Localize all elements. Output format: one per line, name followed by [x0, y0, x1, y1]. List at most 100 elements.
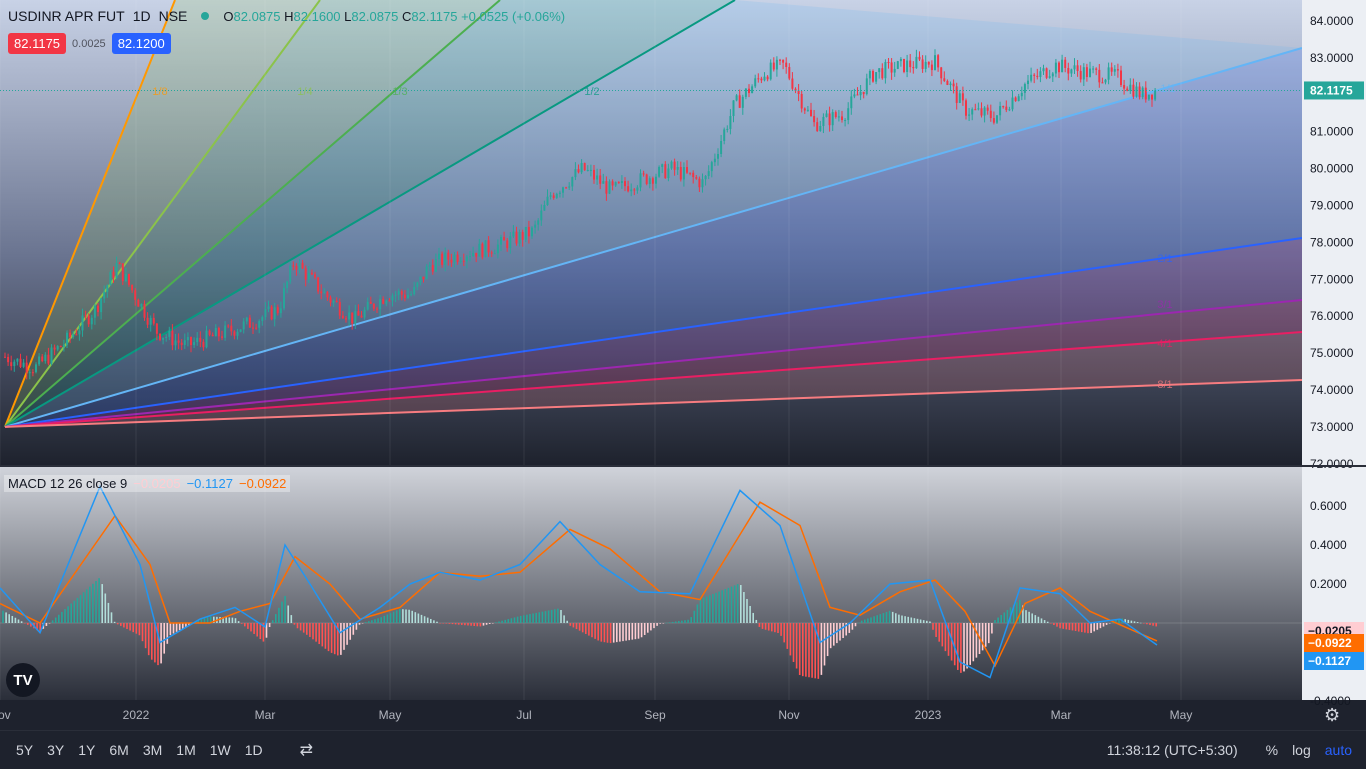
histogram-bar — [529, 614, 531, 623]
time-tick-label: Mar — [1051, 708, 1072, 722]
histogram-bar — [690, 617, 692, 623]
histogram-bar — [76, 597, 79, 623]
histogram-bar — [281, 601, 283, 623]
candle-body — [1073, 65, 1076, 70]
candle-body — [1033, 74, 1036, 76]
candle-body — [450, 259, 453, 263]
histogram-bar — [879, 614, 882, 623]
histogram-bar — [767, 623, 770, 631]
buy-button[interactable]: 82.1200 — [111, 33, 171, 54]
candle-body — [1144, 87, 1147, 100]
histogram-bar — [64, 609, 66, 623]
candle-body — [75, 334, 78, 336]
interval-label[interactable]: 1D — [133, 8, 151, 24]
histogram-bar — [98, 578, 100, 623]
candle-body — [162, 337, 165, 340]
candle-body — [534, 224, 537, 228]
range-3m[interactable]: 3M — [136, 742, 169, 758]
tradingview-logo-icon[interactable]: TV — [6, 663, 40, 697]
histogram-bar — [997, 617, 999, 623]
histogram-bar — [426, 617, 429, 623]
gann-fan-label: 1/8 — [152, 86, 167, 98]
macd-line-tag-label: −0.1127 — [1308, 654, 1351, 668]
histogram-bar — [842, 623, 844, 639]
exchange-label: NSE — [158, 8, 188, 24]
candle-body — [785, 62, 788, 68]
candle-body — [741, 96, 744, 108]
histogram-bar — [771, 623, 773, 632]
histogram-bar — [1068, 623, 1071, 630]
histogram-bar — [622, 623, 624, 642]
clock-timezone[interactable]: 11:38:12 (UTC+5:30) — [1107, 742, 1238, 758]
candle-body — [93, 305, 96, 318]
histogram-bar — [1006, 609, 1009, 623]
candle-body — [159, 333, 161, 340]
candle-body — [772, 62, 775, 70]
candle-body — [803, 108, 806, 111]
candle-body — [1104, 79, 1107, 83]
histogram-bar — [113, 621, 116, 623]
range-6m[interactable]: 6M — [102, 742, 135, 758]
range-1m[interactable]: 1M — [169, 742, 202, 758]
histogram-bar — [309, 623, 311, 637]
candle-body — [1076, 65, 1079, 71]
histogram-bar — [420, 614, 423, 623]
histogram-bar — [1081, 623, 1083, 633]
settings-gear-icon[interactable]: ⚙ — [1324, 705, 1340, 726]
histogram-bar — [485, 623, 488, 625]
sell-button[interactable]: 82.1175 — [8, 33, 67, 54]
candle-body — [549, 195, 552, 197]
histogram-bar — [860, 620, 863, 623]
candle-body — [298, 262, 301, 270]
candle-body — [642, 173, 645, 175]
gann-fan-label: 1/3 — [392, 86, 407, 98]
auto-toggle[interactable]: auto — [1325, 742, 1352, 758]
log-toggle[interactable]: log — [1292, 742, 1311, 758]
candle-body — [444, 252, 447, 265]
open-value: 82.0875 — [233, 8, 281, 24]
histogram-bar — [1074, 623, 1077, 632]
candle-body — [217, 327, 220, 337]
candle-body — [66, 332, 68, 345]
chart-canvas[interactable]: 1/8 1/4 1/3 1/2 1/1 2/1 3/1 4/1 8/1 84.0000 83.000… — [0, 0, 1366, 768]
histogram-bar — [1149, 623, 1151, 625]
candle-body — [605, 181, 608, 194]
percent-toggle[interactable]: % — [1266, 742, 1278, 758]
range-1w[interactable]: 1W — [203, 742, 238, 758]
histogram-bar — [467, 623, 469, 626]
candle-body — [242, 321, 245, 330]
candle-body — [128, 273, 130, 285]
candle-body — [710, 162, 713, 172]
candle-body — [682, 167, 685, 180]
histogram-bar — [402, 609, 404, 623]
candle-body — [816, 122, 819, 131]
range-3y[interactable]: 3Y — [40, 742, 71, 758]
candle-body — [620, 181, 623, 183]
candle-body — [53, 347, 56, 350]
histogram-bar — [1087, 623, 1089, 634]
candle-body — [410, 294, 413, 296]
goto-date-icon[interactable]: ⇄ — [300, 740, 313, 760]
histogram-bar — [501, 620, 503, 623]
histogram-bar — [120, 623, 122, 626]
candle-body — [124, 273, 127, 282]
histogram-bar — [330, 623, 333, 653]
candle-body — [847, 108, 850, 121]
candle-body — [992, 118, 995, 123]
candle-body — [320, 291, 323, 294]
histogram-bar — [637, 623, 640, 639]
candle-body — [422, 276, 425, 280]
symbol-name[interactable]: USDINR APR FUT — [8, 8, 125, 24]
macd-tick-label: 0.4000 — [1310, 538, 1347, 552]
last-price-label: 82.1175 — [1310, 83, 1353, 97]
histogram-bar — [994, 620, 996, 623]
candle-body — [868, 71, 871, 79]
candle-body — [645, 174, 648, 184]
range-5y[interactable]: 5Y — [9, 742, 40, 758]
candle-body — [360, 315, 363, 318]
macd-title[interactable]: MACD 12 26 close 9 — [8, 476, 127, 491]
histogram-bar — [687, 619, 689, 623]
range-1y[interactable]: 1Y — [71, 742, 102, 758]
candle-body — [748, 88, 750, 94]
range-1d[interactable]: 1D — [238, 742, 270, 758]
